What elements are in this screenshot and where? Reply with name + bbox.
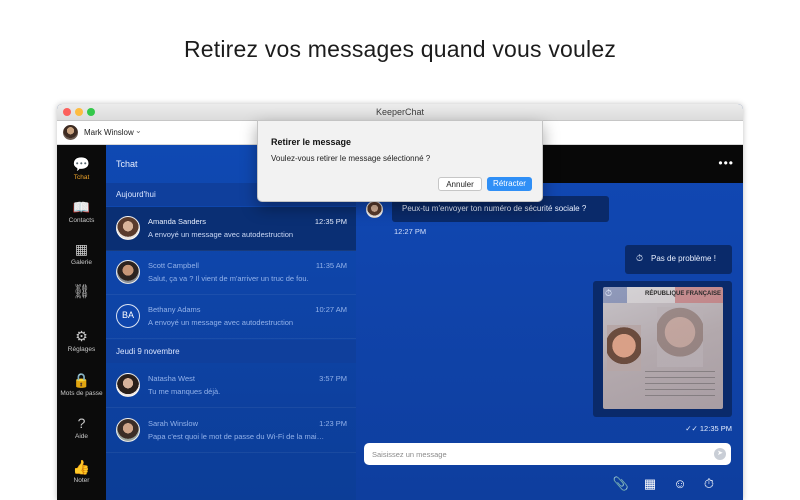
id-card-image: RÉPUBLIQUE FRANÇAISE (603, 287, 723, 409)
retract-message-dialog: Retirer le message Voulez-vous retirer l… (257, 120, 543, 202)
conversation-row[interactable]: Scott Campbell 11:35 AM Salut, ça va ? I… (106, 251, 356, 295)
message-time: 10:27 AM (315, 305, 347, 314)
message-text: Peux-tu m'envoyer ton numéro de sécurité… (402, 204, 587, 213)
message-time: 1:23 PM (319, 419, 347, 428)
sidebar-item-noter[interactable]: 👍 Noter (57, 458, 106, 484)
help-icon: ? (77, 415, 86, 431)
sidebar-item-label: Noter (73, 477, 90, 484)
contact-name: Bethany Adams (148, 305, 201, 314)
book-icon: 📖 (72, 199, 91, 215)
contact-name: Sarah Winslow (148, 419, 199, 428)
sidebar-item-galerie[interactable]: ▦ Galerie (57, 240, 106, 266)
message-text: Pas de problème ! (651, 254, 716, 263)
sidebar-item-contacts[interactable]: 📖 Contacts (57, 198, 106, 224)
sidebar-item-aide[interactable]: ? Aide (57, 414, 106, 440)
gear-icon: ⚙ (75, 328, 88, 344)
emoji-icon[interactable]: ☺ (671, 475, 689, 493)
avatar (116, 216, 140, 240)
chevron-down-icon[interactable]: ⌄ (135, 126, 142, 135)
sidebar-item-label: Mots de passe (60, 390, 103, 397)
lock-icon: 🔒 (72, 372, 91, 388)
sidebar-item-label: Galerie (71, 259, 92, 266)
message-time: 12:35 PM (314, 217, 347, 226)
message-time: 12:35 PM (699, 424, 732, 433)
avatar (366, 201, 383, 218)
message-input-placeholder: Saisissez un message (372, 450, 447, 459)
avatar (116, 418, 140, 442)
sidebar: 💬 Tchat 📖 Contacts ▦ Galerie ⛓ ⚙ Réglage… (57, 145, 106, 500)
message-input[interactable]: Saisissez un message ➤ (364, 443, 731, 465)
conversation-row[interactable]: Amanda Sanders 12:35 PM A envoyé un mess… (106, 207, 356, 251)
message-preview: A envoyé un message avec autodestruction (148, 318, 294, 327)
dialog-title: Retirer le message (271, 137, 352, 147)
outgoing-message-bubble[interactable]: ⏱ Pas de problème ! (625, 245, 732, 274)
id-card-text-lines (645, 371, 715, 401)
message-preview: Salut, ça va ? Il vient de m'arriver un … (148, 274, 309, 283)
sidebar-item-link[interactable]: ⛓ (57, 282, 106, 300)
sent-status: ✓✓ 12:35 PM (685, 424, 732, 433)
grid-icon[interactable]: ▦ (641, 475, 659, 493)
image-attachment[interactable]: RÉPUBLIQUE FRANÇAISE ⏱ (593, 281, 732, 417)
paperclip-icon[interactable]: 📎 (612, 475, 630, 493)
thumbs-up-icon: 👍 (72, 459, 91, 475)
id-card-title: RÉPUBLIQUE FRANÇAISE (645, 291, 722, 297)
link-icon: ⛓ (72, 283, 91, 299)
window-title: KeeperChat (375, 107, 425, 117)
sidebar-item-label: Aide (74, 433, 88, 440)
section-label: Jeudi 9 novembre (116, 347, 180, 356)
double-check-icon: ✓✓ (685, 424, 698, 433)
message-preview: Papa c'est quoi le mot de passe du Wi-Fi… (148, 432, 325, 441)
avatar (116, 260, 140, 284)
message-preview: A envoyé un message avec autodestruction (148, 230, 294, 239)
sidebar-item-mots-de-passe[interactable]: 🔒 Mots de passe (57, 371, 106, 397)
sidebar-item-label: Réglages (67, 346, 96, 353)
list-title: Tchat (116, 159, 138, 169)
message-time: 12:27 PM (394, 227, 427, 236)
conversation-row[interactable]: Natasha West 3:57 PM Tu me manques déjà. (106, 364, 356, 408)
chat-bubble-icon: 💬 (72, 156, 91, 172)
sidebar-item-reglages[interactable]: ⚙ Réglages (57, 327, 106, 353)
screenshot-root: Retirez vos messages quand vous voulez K… (0, 0, 800, 500)
timer-icon: ⏱ (636, 253, 644, 263)
more-icon[interactable]: ••• (718, 156, 734, 170)
section-label: Aujourd'hui (116, 190, 156, 199)
sidebar-item-tchat[interactable]: 💬 Tchat (57, 155, 106, 181)
message-preview: Tu me manques déjà. (148, 387, 221, 396)
user-name[interactable]: Mark Winslow (84, 128, 134, 137)
contact-name: Amanda Sanders (148, 217, 206, 226)
grid-icon: ▦ (74, 241, 89, 257)
sidebar-item-label: Tchat (73, 174, 90, 181)
avatar (116, 373, 140, 397)
contact-name: Scott Campbell (148, 261, 199, 270)
conversation-row[interactable]: BA Bethany Adams 10:27 AM A envoyé un me… (106, 295, 356, 339)
user-avatar[interactable] (63, 125, 78, 140)
section-header-date: Jeudi 9 novembre (106, 340, 356, 363)
contact-name: Natasha West (148, 374, 195, 383)
conversation-row[interactable]: Sarah Winslow 1:23 PM Papa c'est quoi le… (106, 409, 356, 453)
promo-headline: Retirez vos messages quand vous voulez (183, 36, 617, 62)
message-time: 11:35 AM (315, 261, 347, 270)
send-icon[interactable]: ➤ (714, 448, 726, 460)
id-card-photo (607, 325, 641, 371)
sidebar-item-label: Contacts (68, 217, 95, 224)
retract-button[interactable]: Rétracter (487, 177, 532, 191)
message-time: 3:57 PM (319, 374, 347, 383)
dialog-message: Voulez-vous retirer le message sélection… (271, 154, 431, 163)
cancel-button[interactable]: Annuler (438, 177, 482, 191)
timer-icon: ⏱ (605, 288, 613, 298)
id-card-ghost-photo (657, 307, 703, 367)
timer-icon[interactable]: ⏱ (700, 475, 718, 493)
avatar-initials: BA (116, 304, 140, 328)
window-titlebar: KeeperChat (57, 104, 743, 121)
